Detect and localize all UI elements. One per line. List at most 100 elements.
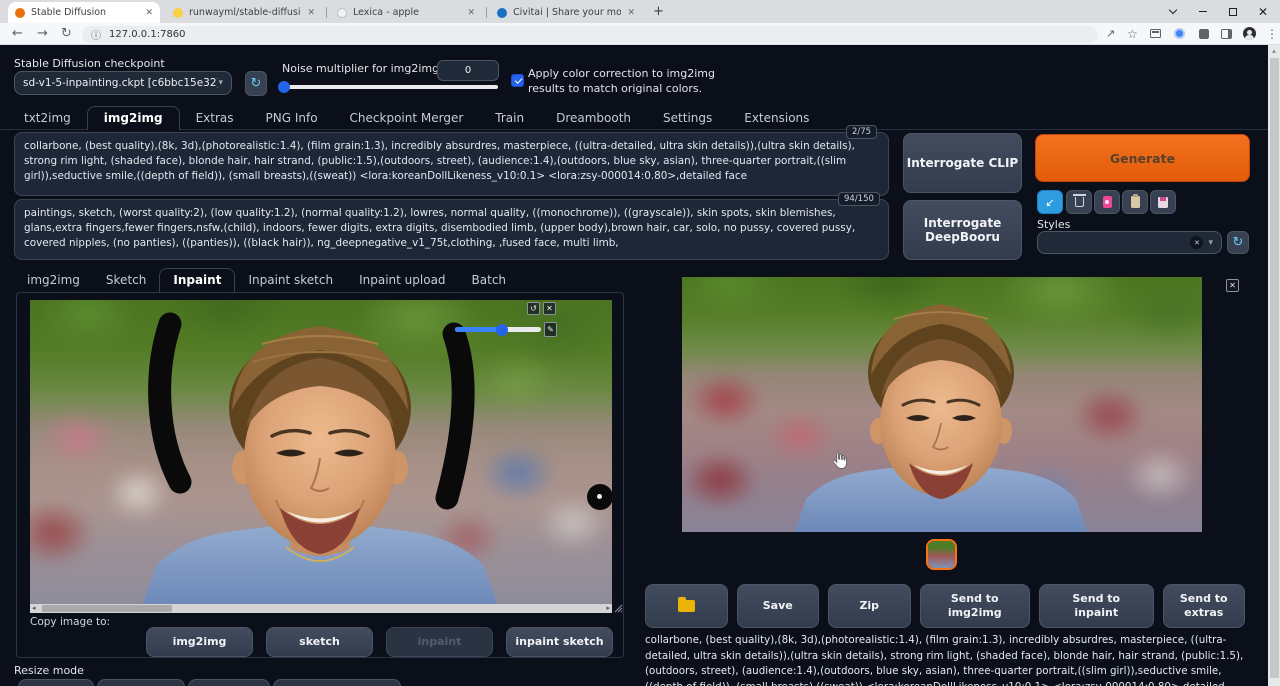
close-gallery-button[interactable]: ✕ [1226, 279, 1239, 292]
site-info-icon[interactable]: ⓘ [91, 27, 101, 42]
back-icon[interactable]: ← [12, 25, 23, 42]
window-minimize-button[interactable] [1190, 3, 1216, 20]
copy-to-inpaint-button[interactable]: inpaint [386, 627, 493, 657]
close-tab-icon[interactable]: ✕ [307, 8, 315, 18]
interrogate-clip-button[interactable]: Interrogate CLIP [903, 133, 1022, 193]
clear-prompt-button[interactable] [1066, 190, 1092, 214]
tab-inpaint-sketch[interactable]: Inpaint sketch [235, 269, 346, 292]
tab-settings[interactable]: Settings [647, 107, 728, 130]
apply-style-button[interactable] [1122, 190, 1148, 214]
tab-png-info[interactable]: PNG Info [250, 107, 334, 130]
reload-icon[interactable]: ↻ [61, 25, 72, 42]
close-tab-icon[interactable]: ✕ [467, 8, 475, 18]
checkpoint-dropdown[interactable]: sd-v1-5-inpainting.ckpt [c6bbc15e32] ▾ [14, 71, 232, 95]
browser-menu-icon[interactable]: ⋮ [1266, 27, 1278, 41]
close-tab-icon[interactable]: ✕ [627, 8, 635, 18]
resize-mode-option[interactable] [97, 679, 185, 686]
resize-grip-icon[interactable] [614, 604, 623, 613]
scrollbar-thumb[interactable] [42, 605, 172, 612]
clear-image-button[interactable]: ✕ [543, 302, 556, 315]
save-button[interactable]: Save [736, 584, 819, 628]
interrogate-deepbooru-button[interactable]: Interrogate DeepBooru [903, 200, 1022, 260]
clear-styles-icon[interactable]: ✕ [1190, 236, 1204, 249]
styles-dropdown[interactable]: ✕ ▾ [1037, 231, 1222, 254]
noise-multiplier-value[interactable]: 0 [437, 60, 499, 81]
scroll-up-icon[interactable]: ▴ [1268, 45, 1280, 57]
portrait-output [794, 304, 1088, 532]
tab-batch[interactable]: Batch [459, 269, 520, 292]
resize-mode-option[interactable] [188, 679, 270, 686]
tab-inpaint-upload[interactable]: Inpaint upload [346, 269, 458, 292]
forward-icon[interactable]: → [37, 25, 48, 42]
tab-txt2img[interactable]: txt2img [8, 107, 87, 130]
close-tab-icon[interactable]: ✕ [145, 8, 153, 18]
copy-to-img2img-button[interactable]: img2img [146, 627, 253, 657]
bookmark-star-icon[interactable]: ☆ [1127, 27, 1138, 41]
tab-img2img[interactable]: img2img [86, 106, 180, 130]
window-maximize-button[interactable] [1220, 3, 1246, 20]
brush-size-handle[interactable] [496, 323, 508, 336]
tab-dreambooth[interactable]: Dreambooth [540, 107, 647, 130]
new-tab-button[interactable]: + [650, 4, 667, 21]
copy-to-sketch-button[interactable]: sketch [266, 627, 373, 657]
tab-extras[interactable]: Extras [180, 107, 250, 130]
browser-tab-stable-diffusion[interactable]: Stable Diffusion ✕ [8, 2, 160, 23]
page-scrollbar[interactable]: ▴ [1268, 45, 1280, 686]
brush-tool-button[interactable]: ✎ [544, 322, 557, 337]
brush-size-slider[interactable] [455, 323, 541, 336]
save-style-button[interactable] [1150, 190, 1176, 214]
tab-separator [486, 7, 487, 18]
checkpoint-refresh-button[interactable]: ↻ [245, 71, 267, 96]
open-folder-button[interactable] [645, 584, 728, 628]
scroll-right-icon[interactable]: ▸ [606, 604, 610, 613]
media-control-icon[interactable] [1174, 28, 1185, 39]
styles-refresh-button[interactable]: ↻ [1227, 231, 1249, 254]
tab-checkpoint-merger[interactable]: Checkpoint Merger [334, 107, 480, 130]
tab-train[interactable]: Train [479, 107, 540, 130]
noise-slider-handle[interactable] [278, 81, 290, 93]
extra-networks-button[interactable] [1094, 190, 1120, 214]
profile-avatar[interactable] [1243, 27, 1256, 40]
send-to-extras-button[interactable]: Send to extras [1162, 584, 1245, 628]
resize-mode-option[interactable] [273, 679, 401, 686]
gallery-thumbnail-selected[interactable] [926, 539, 957, 570]
scroll-left-icon[interactable]: ◂ [32, 604, 36, 613]
zip-button[interactable]: Zip [828, 584, 911, 628]
noise-multiplier-slider[interactable] [281, 85, 498, 89]
prompt-textarea[interactable]: collarbone, (best quality),(8k, 3d),(pho… [14, 132, 889, 196]
tab-img2img-mode[interactable]: img2img [14, 269, 93, 292]
color-correction-label: Apply color correction to img2img result… [528, 67, 715, 95]
resize-mode-option[interactable] [18, 679, 94, 686]
extensions-puzzle-icon[interactable] [1199, 29, 1209, 39]
browser-tab-civitai[interactable]: Civitai | Share your models ✕ [490, 2, 642, 23]
scrollbar-thumb[interactable] [1269, 58, 1279, 678]
browser-tab-lexica[interactable]: Lexica - apple ✕ [330, 2, 482, 23]
favicon-stable-diffusion [15, 7, 25, 18]
url-bar[interactable]: ⓘ 127.0.0.1:7860 [82, 26, 1098, 43]
side-panel-icon[interactable] [1221, 29, 1232, 39]
send-to-inpaint-button[interactable]: Send to inpaint [1039, 584, 1154, 628]
color-correction-checkbox[interactable] [511, 74, 524, 87]
negative-token-counter: 94/150 [838, 192, 880, 206]
paste-generation-params-button[interactable]: ↙ [1037, 190, 1063, 214]
inpaint-canvas[interactable]: ↺ ✕ ✎ [30, 300, 612, 604]
copy-to-inpaint-sketch-button[interactable]: inpaint sketch [506, 627, 613, 657]
window-close-button[interactable]: ✕ [1250, 3, 1276, 20]
tab-extensions[interactable]: Extensions [728, 107, 825, 130]
extension-grid-icon[interactable] [1150, 29, 1161, 38]
browser-tab-runwayml[interactable]: runwayml/stable-diffusion-inpa ✕ [166, 2, 322, 23]
canvas-horizontal-scrollbar[interactable]: ◂ ▸ [30, 604, 612, 613]
share-icon[interactable]: ↗ [1106, 27, 1115, 40]
tab-sketch[interactable]: Sketch [93, 269, 159, 292]
generate-button[interactable]: Generate [1035, 134, 1250, 182]
close-icon: ✕ [1229, 281, 1236, 290]
gallery-actions: Save Zip Send to img2img Send to inpaint… [645, 584, 1245, 628]
output-image[interactable] [682, 277, 1202, 532]
paste-arrow-icon: ↙ [1045, 195, 1055, 209]
negative-prompt-textarea[interactable]: paintings, sketch, (worst quality:2), (l… [14, 199, 889, 260]
tab-inpaint[interactable]: Inpaint [159, 268, 236, 292]
send-to-img2img-button[interactable]: Send to img2img [919, 584, 1030, 628]
tab-search-chevron-icon[interactable] [1160, 3, 1186, 20]
undo-button[interactable]: ↺ [527, 302, 540, 315]
noise-multiplier-label: Noise multiplier for img2img [282, 62, 440, 75]
